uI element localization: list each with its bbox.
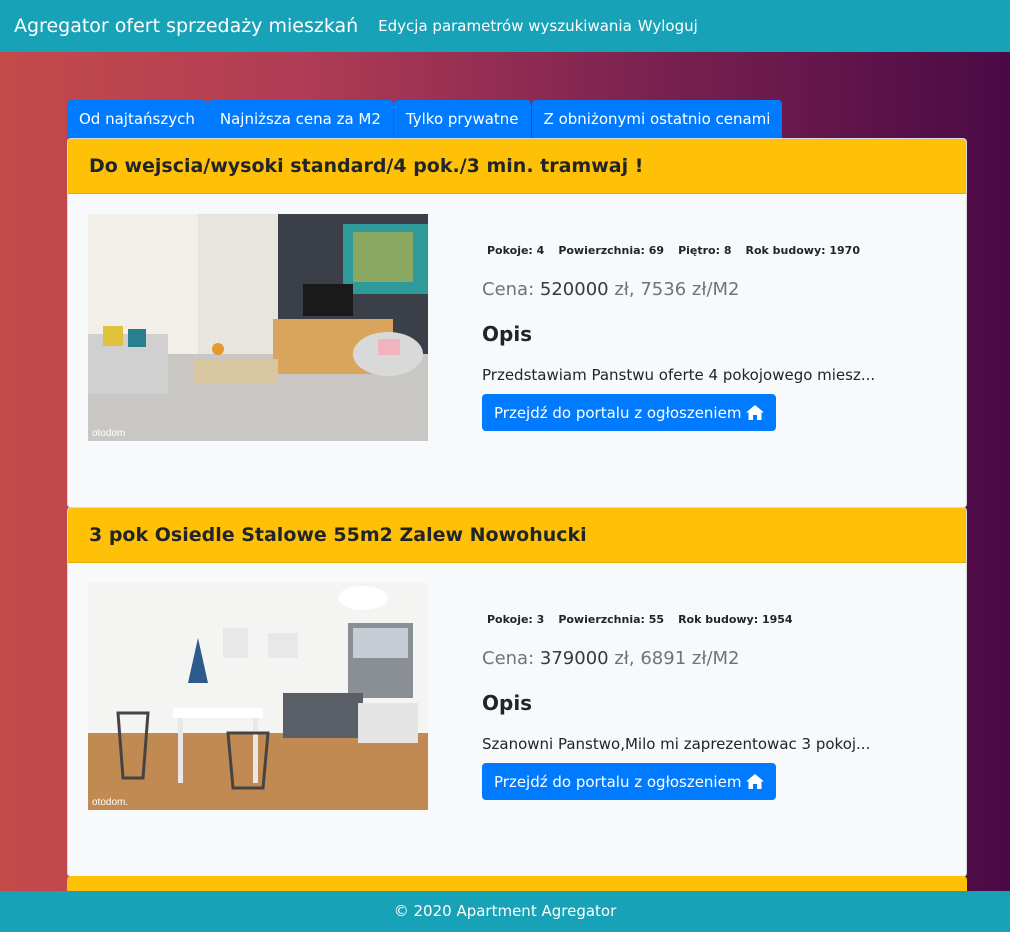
app-brand[interactable]: Agregator ofert sprzedaży mieszkań	[14, 15, 358, 37]
top-navbar: Agregator ofert sprzedaży mieszkań Edycj…	[0, 0, 1010, 52]
param-rooms: Pokoje: 3	[487, 613, 545, 626]
open-portal-button[interactable]: Przejdź do portalu z ogłoszeniem	[482, 394, 777, 431]
param-year: Rok budowy: 1954	[678, 613, 793, 626]
listing-photo: otodom.	[88, 583, 428, 810]
listing-card: 3 pok Osiedle Stalowe 55m2 Zalew Nowohuc…	[67, 507, 967, 877]
param-year: Rok budowy: 1970	[745, 244, 861, 257]
price-value: 520000	[539, 279, 609, 300]
nav-link-edit-search[interactable]: Edycja parametrów wyszukiwania	[378, 17, 632, 35]
nav-link-logout[interactable]: Wyloguj	[638, 17, 698, 35]
param-area: Powierzchnia: 55	[558, 613, 665, 626]
watermark-text: otodom	[92, 428, 125, 439]
param-area: Powierzchnia: 69	[558, 244, 665, 257]
tab-recently-reduced[interactable]: Z obniżonymi ostatnio cenami	[531, 100, 783, 138]
param-rooms: Pokoje: 4	[487, 244, 545, 257]
listing-params: Pokoje: 3 Powierzchnia: 55 Rok budowy: 1…	[482, 613, 942, 626]
listing-title: 3 pok Osiedle Stalowe 55m2 Zalew Nowohuc…	[68, 508, 966, 563]
tab-lowest-price-per-m2[interactable]: Najniższa cena za M2	[207, 100, 393, 138]
param-floor: Piętro: 8	[678, 244, 732, 257]
sort-tabs: Od najtańszych Najniższa cena za M2 Tylk…	[67, 100, 783, 138]
listing-price: Cena: 520000 zł, 7536 zł/M2	[482, 279, 740, 300]
listing-card: Do wejscia/wysoki standard/4 pok./3 min.…	[67, 138, 967, 508]
listing-price: Cena: 379000 zł, 6891 zł/M2	[482, 648, 740, 669]
listing-title: Do wejscia/wysoki standard/4 pok./3 min.…	[68, 139, 966, 194]
listing-description: Przedstawiam Panstwu oferte 4 pokojowego…	[482, 366, 876, 384]
description-heading: Opis	[482, 322, 533, 346]
listing-params: Pokoje: 4 Powierzchnia: 69 Piętro: 8 Rok…	[482, 244, 942, 257]
home-icon	[746, 774, 765, 789]
tab-private-only[interactable]: Tylko prywatne	[393, 100, 531, 138]
price-value: 379000	[539, 648, 609, 669]
tab-cheapest[interactable]: Od najtańszych	[67, 100, 207, 138]
home-icon	[746, 405, 765, 420]
watermark-text: otodom.	[92, 797, 128, 808]
open-portal-button[interactable]: Przejdź do portalu z ogłoszeniem	[482, 763, 777, 800]
description-heading: Opis	[482, 691, 533, 715]
page-footer: © 2020 Apartment Agregator	[0, 891, 1010, 932]
listing-photo: otodom	[88, 214, 428, 441]
listing-description: Szanowni Panstwo,Milo mi zaprezentowac 3…	[482, 735, 871, 753]
